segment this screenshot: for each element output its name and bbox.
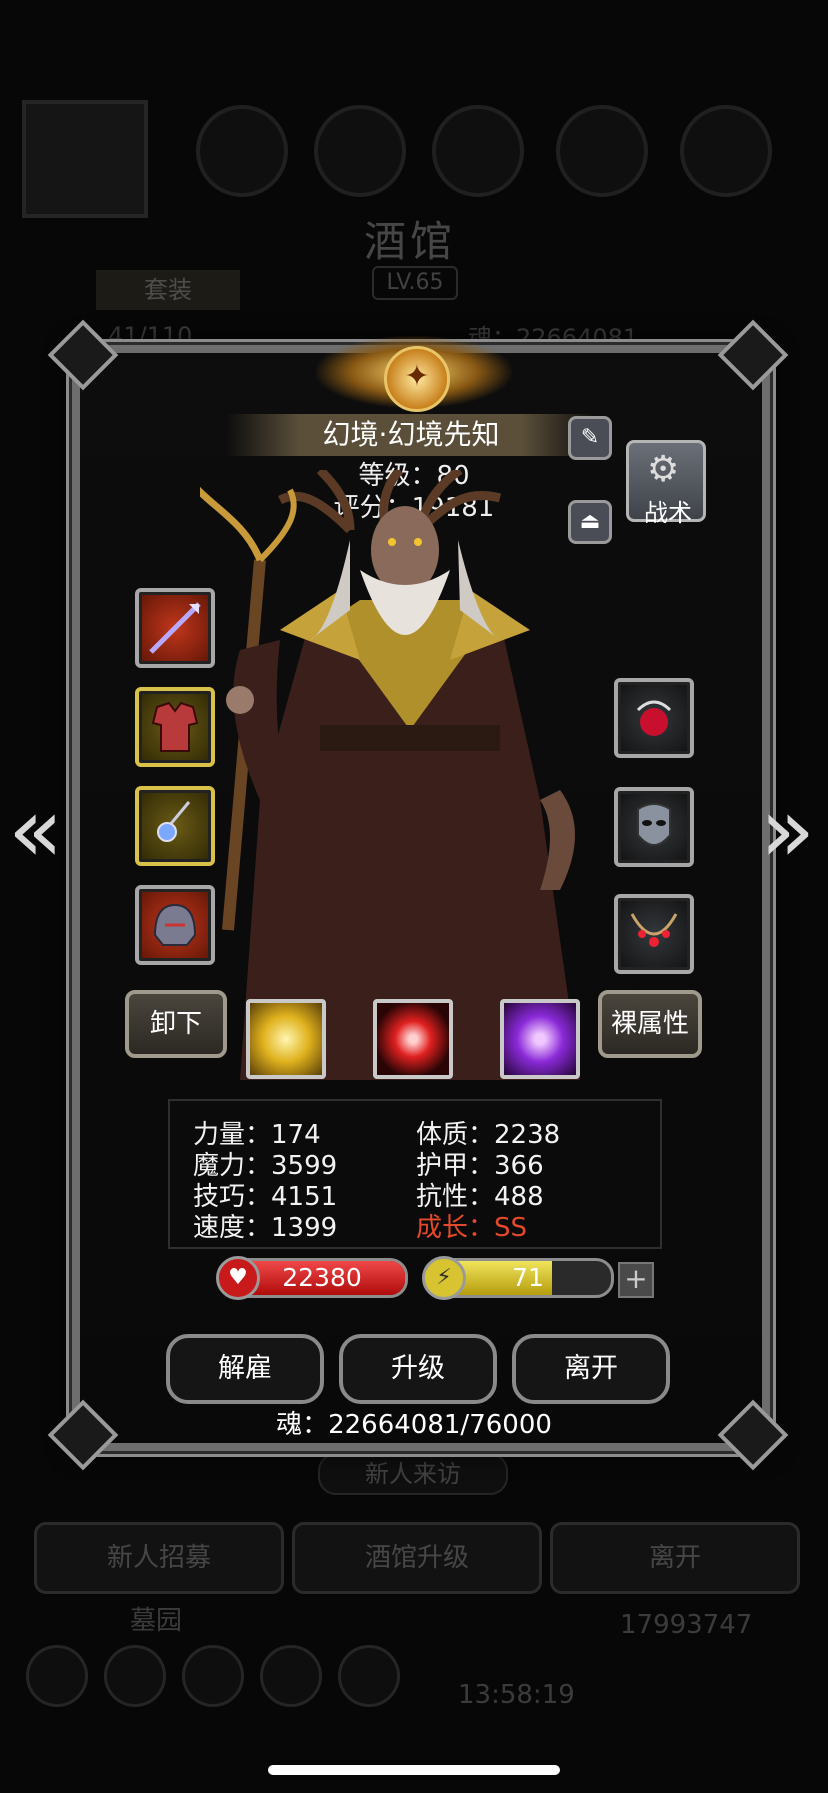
- stat-speed: 速度：1399: [193, 1213, 338, 1243]
- bg-menu-3: [182, 1645, 244, 1707]
- soul-counter: 魂：22664081/76000: [276, 1410, 552, 1440]
- bg-slot-5: [680, 105, 772, 197]
- bg-suit-tab: 套装: [96, 270, 240, 310]
- hero-name: 幻境·幻境先知: [226, 414, 596, 456]
- home-indicator[interactable]: [268, 1765, 560, 1775]
- bg-slot-3: [432, 105, 524, 197]
- lightning-icon: ⚡: [422, 1256, 466, 1300]
- gear-icon: ⚙: [647, 449, 680, 490]
- crest-emblem-icon: ✦: [384, 346, 450, 412]
- bg-menu-5: [338, 1645, 400, 1707]
- tactics-button[interactable]: ⚙ 战术: [626, 440, 706, 527]
- skill-slot-3-claw-icon[interactable]: [500, 999, 580, 1079]
- bg-level-badge: LV.65: [372, 266, 458, 300]
- edit-name-icon[interactable]: ✎: [568, 416, 612, 460]
- mask-icon: [637, 803, 671, 846]
- previous-hero-arrow-icon[interactable]: «: [8, 778, 63, 883]
- bg-slot-1: [196, 105, 288, 197]
- equip-slot-ring[interactable]: [614, 678, 694, 758]
- dismiss-button[interactable]: 解雇: [166, 1334, 324, 1404]
- heart-icon: ♥: [216, 1256, 260, 1300]
- stat-growth: 成长：SS: [416, 1213, 528, 1243]
- tactics-label: 战术: [644, 499, 692, 527]
- pendant-icon: [157, 801, 191, 842]
- bg-menu-1: [26, 1645, 88, 1707]
- hero-portrait: [200, 470, 580, 1080]
- base-attributes-button[interactable]: 裸属性: [598, 990, 702, 1058]
- equip-slot-helmet[interactable]: [135, 885, 215, 965]
- bg-gold: 17993747: [620, 1610, 753, 1640]
- add-energy-button[interactable]: +: [618, 1262, 654, 1298]
- bg-recruit-button: 新人招募: [34, 1522, 284, 1594]
- bg-slot-4: [556, 105, 648, 197]
- bg-new-visitor: 新人来访: [318, 1453, 508, 1495]
- chest-armor-icon: [151, 701, 199, 752]
- bg-tavern-upgrade-button: 酒馆升级: [292, 1522, 542, 1594]
- leave-button[interactable]: 离开: [512, 1334, 670, 1404]
- necklace-icon: [630, 913, 678, 947]
- equip-slot-armor[interactable]: [135, 687, 215, 767]
- equip-slot-weapon[interactable]: [135, 588, 215, 668]
- skill-slot-2-slash-icon[interactable]: [373, 999, 453, 1079]
- bg-clock: 13:58:19: [458, 1680, 575, 1710]
- unequip-button[interactable]: 卸下: [125, 990, 227, 1058]
- equip-slot-amulet[interactable]: [135, 786, 215, 866]
- helmet-icon: [153, 903, 197, 946]
- bg-player-portrait: [22, 100, 148, 218]
- equip-slot-mask[interactable]: [614, 787, 694, 867]
- skill-slot-1-burst-icon[interactable]: [246, 999, 326, 1079]
- bg-menu-4: [260, 1645, 322, 1707]
- ruby-orb-icon: [636, 700, 672, 736]
- equip-slot-necklace[interactable]: [614, 894, 694, 974]
- bg-slot-2: [314, 105, 406, 197]
- bg-tavern-title: 酒馆: [364, 217, 457, 266]
- next-hero-arrow-icon[interactable]: »: [760, 778, 815, 883]
- spear-icon: [149, 602, 201, 654]
- bg-menu-2: [104, 1645, 166, 1707]
- bg-leave-button: 离开: [550, 1522, 800, 1594]
- upgrade-button[interactable]: 升级: [339, 1334, 497, 1404]
- bg-graveyard-label: 墓园: [130, 1606, 183, 1636]
